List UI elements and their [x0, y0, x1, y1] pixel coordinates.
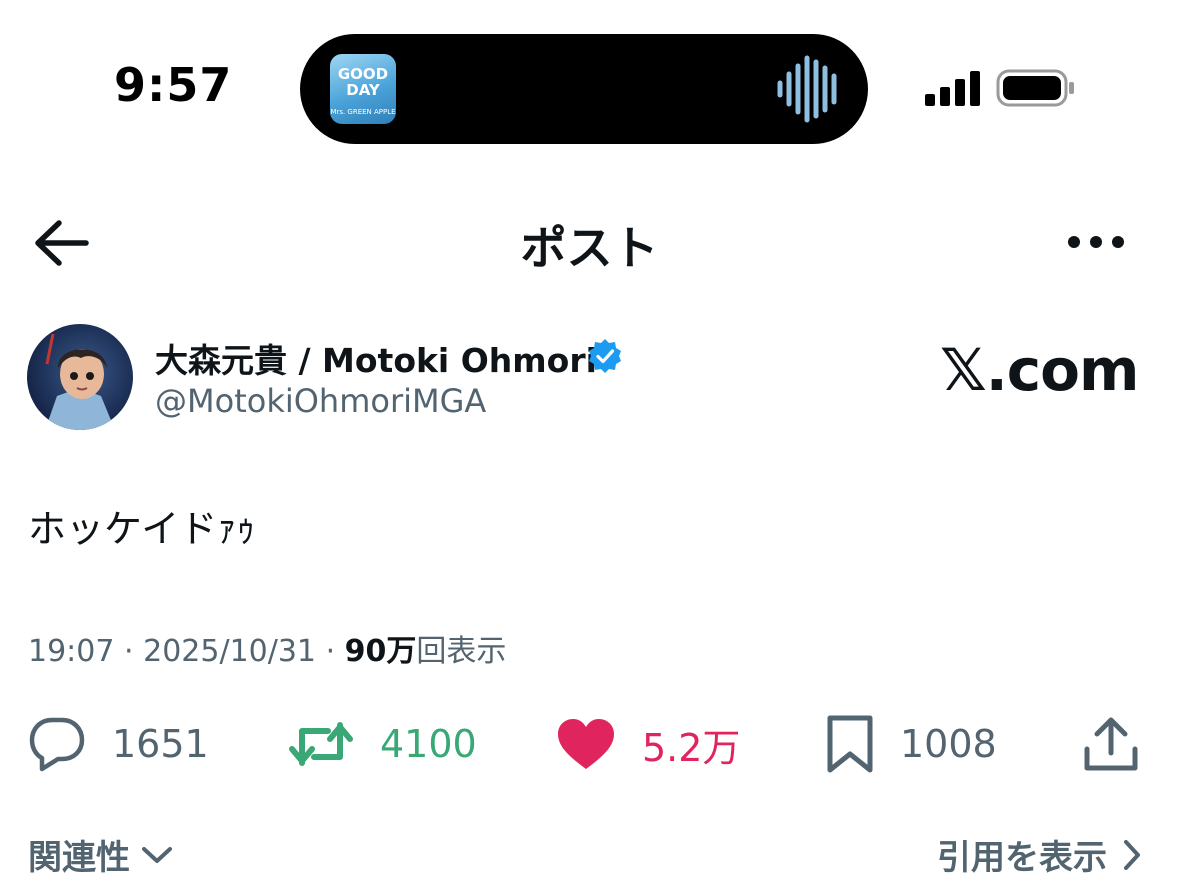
views-label: 回表示: [416, 634, 507, 669]
meta-separator: ·: [124, 634, 134, 669]
avatar[interactable]: [27, 324, 133, 430]
like-button[interactable]: 5.2万: [556, 712, 740, 776]
like-count: 5.2万: [642, 725, 741, 770]
more-options-icon[interactable]: [1064, 226, 1128, 258]
x-com-watermark: 𝕏.com: [940, 336, 1139, 404]
cellular-signal-icon: [925, 71, 980, 106]
artwork-line-3: Mrs. GREEN APPLE: [330, 108, 396, 116]
status-time: 9:57: [114, 58, 233, 112]
reply-icon: [29, 717, 85, 772]
repost-button[interactable]: 4100: [288, 712, 477, 776]
bookmark-icon: [827, 715, 873, 773]
chevron-right-icon: [1124, 839, 1140, 870]
view-quotes-link[interactable]: 引用を表示: [937, 830, 1143, 879]
post-time: 19:07: [28, 634, 115, 669]
meta-separator: ·: [325, 634, 336, 669]
author-display-name[interactable]: 大森元貴 / Motoki Ohmori: [155, 334, 597, 382]
now-playing-artwork[interactable]: GOOD DAY Mrs. GREEN APPLE: [330, 54, 396, 124]
repost-count: 4100: [380, 722, 477, 766]
verified-badge-icon: [589, 339, 621, 373]
reply-button[interactable]: 1651: [28, 712, 209, 776]
page-title: ポスト: [520, 221, 659, 275]
sort-label: 関連性: [28, 838, 130, 878]
quotes-label: 引用を表示: [937, 838, 1107, 878]
repost-icon: [289, 722, 353, 766]
heart-icon: [558, 719, 614, 769]
share-icon: [1084, 717, 1138, 771]
chevron-down-icon: [142, 846, 172, 863]
avatar-illustration: [45, 333, 115, 430]
battery-icon: [996, 69, 1074, 107]
bookmark-button[interactable]: 1008: [826, 712, 997, 776]
artwork-line-1: GOOD: [337, 65, 389, 83]
views-count[interactable]: 90万: [345, 634, 417, 669]
post-meta: 19:07 · 2025/10/31 · 90万回表示: [28, 626, 506, 670]
share-button[interactable]: [1082, 712, 1140, 776]
sort-dropdown[interactable]: 関連性: [28, 830, 174, 879]
reply-count: 1651: [112, 722, 209, 766]
screen: 9:57 GOOD DAY Mrs. GREEN APPLE ポスト 大森元貴 …: [0, 0, 1179, 884]
post-text: ホッケイドｧｩ: [28, 507, 256, 551]
author-handle[interactable]: @MotokiOhmoriMGA: [155, 382, 486, 420]
post-date: 2025/10/31: [143, 634, 317, 669]
dynamic-island[interactable]: GOOD DAY Mrs. GREEN APPLE: [300, 34, 868, 144]
artwork-line-2: DAY: [346, 81, 380, 99]
bookmark-count: 1008: [900, 722, 997, 766]
audio-waveform-icon: [777, 55, 837, 123]
